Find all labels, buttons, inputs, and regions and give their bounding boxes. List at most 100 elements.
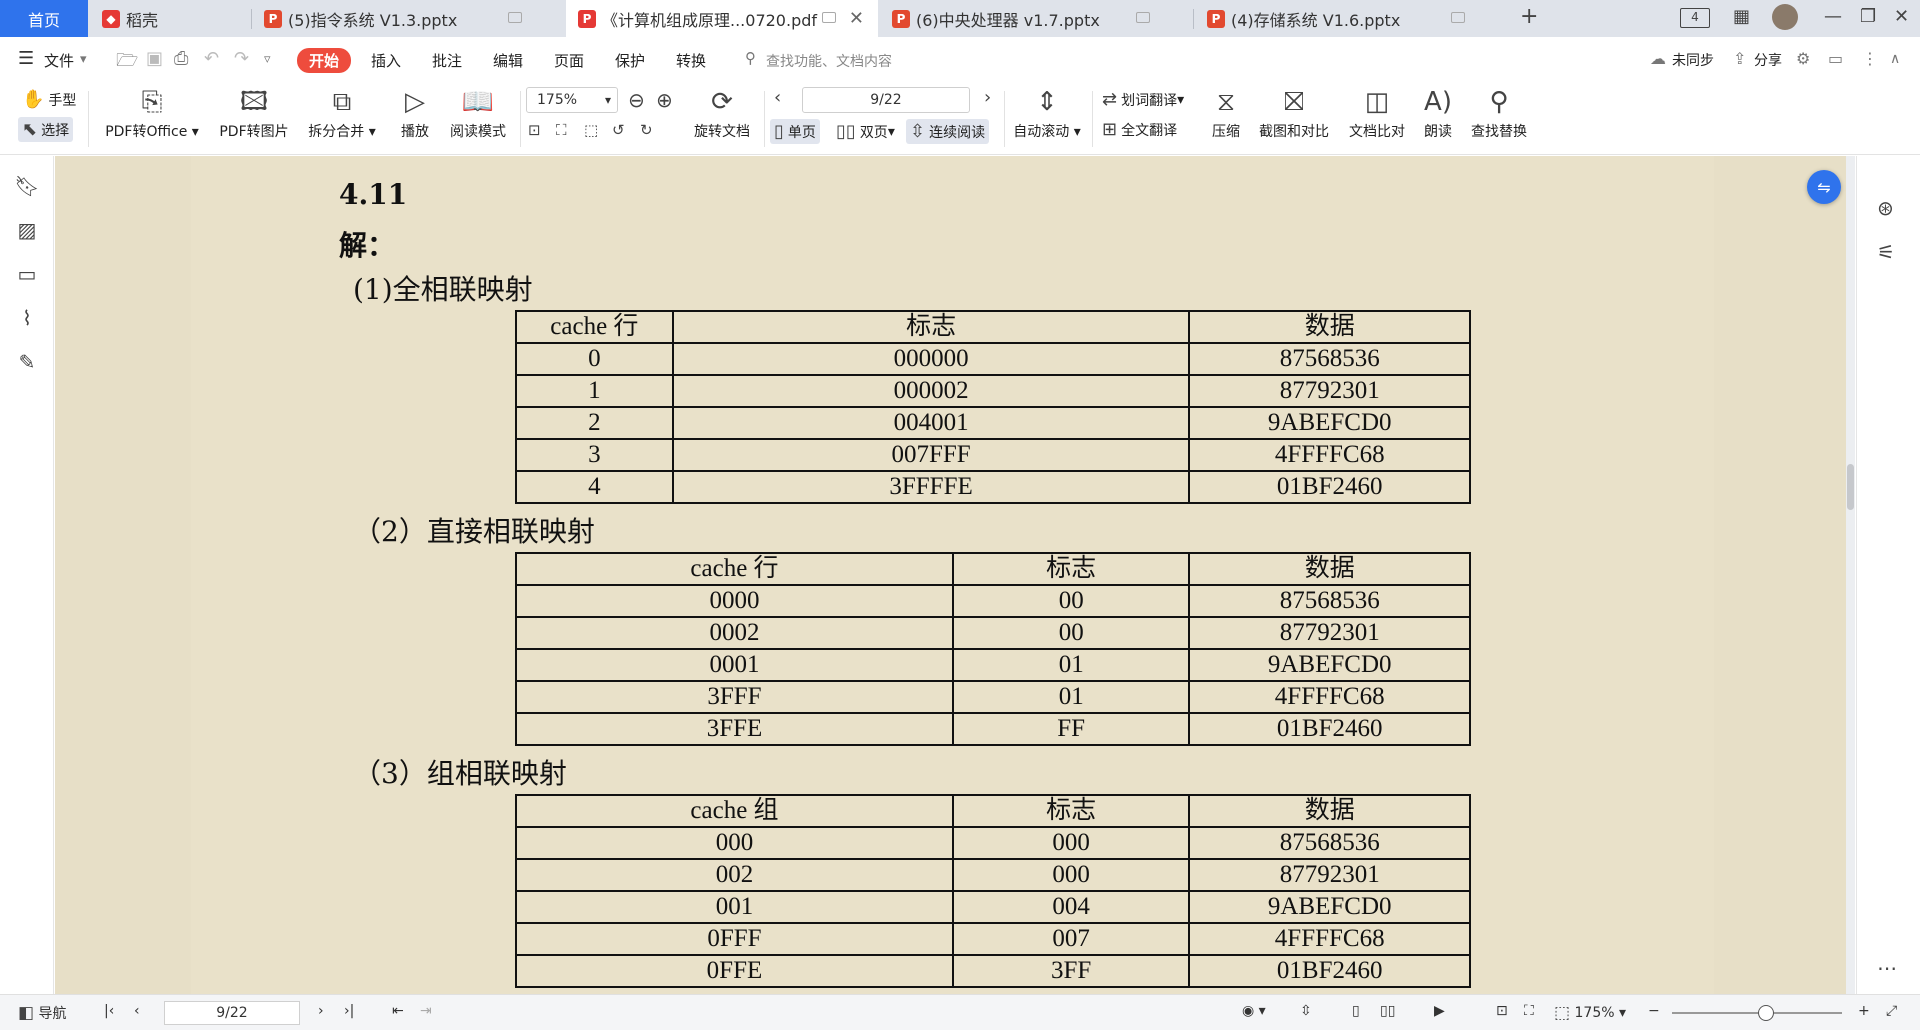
more-chevron-icon[interactable]: ▿ <box>264 52 271 67</box>
double-page-button[interactable]: ▯▯ 双页 ▾ <box>836 121 895 142</box>
avatar[interactable] <box>1772 4 1798 30</box>
menu-protect[interactable]: 保护 <box>615 50 645 71</box>
rotate-left-icon[interactable]: ↺ <box>612 121 625 139</box>
fit-page-icon[interactable]: ⛶ <box>556 121 567 139</box>
window-close-icon[interactable]: ✕ <box>1894 6 1909 27</box>
properties-icon[interactable]: ⚟ <box>1877 240 1895 264</box>
actual-size-icon[interactable]: ⊡ <box>1496 1003 1508 1019</box>
pin-icon[interactable] <box>1451 12 1465 23</box>
continuous-read-button[interactable]: ⇳ 连续阅读 <box>906 119 990 144</box>
menu-insert[interactable]: 插入 <box>371 50 401 71</box>
more-options-icon[interactable]: ⋯ <box>1877 956 1897 980</box>
first-page-icon[interactable]: |‹ <box>104 1003 114 1019</box>
fit-page-icon[interactable]: ⛶ <box>1524 1003 1534 1019</box>
page-number-input[interactable]: 9/22 <box>802 87 970 113</box>
close-icon[interactable]: ✕ <box>849 8 864 29</box>
rotate-document-button[interactable]: ⟳ 旋转文档 <box>688 87 756 141</box>
menu-page[interactable]: 页面 <box>554 50 584 71</box>
new-tab-icon[interactable]: + <box>1520 4 1538 29</box>
zoom-in-icon[interactable]: ⊕ <box>656 88 673 112</box>
menu-edit[interactable]: 编辑 <box>493 50 523 71</box>
comment-icon[interactable]: ▭ <box>1828 49 1843 68</box>
minimize-icon[interactable]: — <box>1824 6 1842 27</box>
play-view-icon[interactable]: ▶ <box>1434 1003 1445 1019</box>
read-mode-button[interactable]: 📖 阅读模式 <box>444 87 512 141</box>
menu-convert[interactable]: 转换 <box>676 50 706 71</box>
open-folder-icon[interactable]: 🗁 <box>116 48 138 78</box>
hamburger-icon[interactable]: ☰ <box>18 48 34 69</box>
double-page-view-icon[interactable]: ▯▯ <box>1380 1003 1395 1019</box>
file-menu[interactable]: 文件 <box>44 50 74 71</box>
menu-annotate[interactable]: 批注 <box>432 50 462 71</box>
vertical-scrollbar[interactable] <box>1846 156 1855 994</box>
document-viewport[interactable]: 4.11 解： (1)全相联映射 cache 行 标志 数据 0 000000 87… <box>55 156 1855 994</box>
tab-docer[interactable]: ◆ 稻壳 <box>90 0 250 37</box>
menu-start[interactable]: 开始 <box>297 48 352 73</box>
grid-icon[interactable]: ▦ <box>1733 6 1750 27</box>
search-input[interactable]: 查找功能、文档内容 <box>766 51 892 71</box>
zoom-slider[interactable] <box>1672 1005 1842 1021</box>
prev-page-icon[interactable]: ‹ <box>774 87 781 108</box>
actual-size-icon[interactable]: ⊡ <box>528 121 541 139</box>
status-page-input[interactable]: 9/22 <box>164 1001 300 1025</box>
chevron-down-icon[interactable]: ▾ <box>80 52 87 67</box>
undo-icon[interactable]: ↶ <box>204 48 219 69</box>
eye-protection-icon[interactable]: ◉ ▾ <box>1242 1003 1266 1019</box>
zoom-select[interactable]: 175% ▾ <box>526 87 618 113</box>
zoom-slider-knob[interactable] <box>1757 1005 1774 1021</box>
back-icon[interactable]: ⇤ <box>392 1003 404 1019</box>
attachment-icon[interactable]: ⌇ <box>14 306 40 330</box>
forward-icon[interactable]: ⇥ <box>420 1003 432 1019</box>
prev-page-icon[interactable]: ‹ <box>134 1003 140 1019</box>
navigation-toggle[interactable]: ◧ 导航 <box>18 1003 67 1023</box>
zoom-in-icon[interactable]: + <box>1858 1003 1870 1019</box>
bookmark-icon[interactable]: 🔖︎ <box>14 174 40 198</box>
hand-tool-button[interactable]: ✋ 手型 <box>22 89 76 110</box>
tab-count-badge[interactable]: 4 <box>1680 8 1710 28</box>
status-zoom-select[interactable]: ⬚ 175% ▾ <box>1554 1003 1626 1023</box>
more-icon[interactable]: ⋮ <box>1862 49 1878 68</box>
tab-pptx-cpu[interactable]: P (6)中央处理器 v1.7.pptx <box>880 0 1192 37</box>
thumbnail-icon[interactable]: ▨ <box>14 218 40 242</box>
auto-scroll-button[interactable]: ⇕ 自动滚动 ▾ <box>1010 87 1084 141</box>
screenshot-compare-button[interactable]: ⛝ 截图和对比 <box>1254 87 1334 141</box>
single-page-view-icon[interactable]: ▯ <box>1352 1003 1360 1019</box>
word-translate-button[interactable]: ⇄ 划词翻译 ▾ <box>1102 89 1184 110</box>
pin-icon[interactable] <box>1136 12 1150 23</box>
select-tool-button[interactable]: ⬉ 选择 <box>18 117 74 142</box>
find-replace-button[interactable]: ⚲ 查找替换 <box>1466 87 1532 141</box>
tab-pptx-instruction[interactable]: P (5)指令系统 V1.3.pptx <box>252 0 564 37</box>
full-translate-button[interactable]: ⊞ 全文翻译 <box>1102 119 1177 140</box>
play-button[interactable]: ▷ 播放 <box>394 87 436 141</box>
next-page-icon[interactable]: › <box>318 1003 324 1019</box>
read-aloud-button[interactable]: A) 朗读 <box>1418 87 1458 141</box>
sync-status[interactable]: 未同步 <box>1672 50 1714 70</box>
floating-convert-button[interactable]: ⇋ <box>1807 170 1841 204</box>
pdf-to-image-button[interactable]: 🖾 PDF转图片 <box>214 87 294 141</box>
print-icon[interactable]: ⎙ <box>174 48 188 69</box>
doc-compare-button[interactable]: ◫ 文档比对 <box>1344 87 1410 141</box>
tab-pdf-active[interactable]: P 《计算机组成原理...0720.pdf ✕ <box>566 0 878 37</box>
collapse-ribbon-icon[interactable]: ∧ <box>1890 51 1900 67</box>
pdf-to-office-button[interactable]: ⎘ PDF转Office ▾ <box>100 87 204 141</box>
share-button[interactable]: 分享 <box>1754 50 1782 70</box>
fit-width-icon[interactable]: ⬚ <box>584 121 598 139</box>
scrollbar-thumb[interactable] <box>1847 464 1854 510</box>
tab-home[interactable]: 首页 <box>0 0 88 37</box>
fullscreen-icon[interactable]: ⤢ <box>1886 1003 1897 1019</box>
settings-icon[interactable]: ⚙ <box>1796 49 1810 68</box>
next-page-icon[interactable]: › <box>984 87 991 108</box>
restore-icon[interactable]: ❐ <box>1860 6 1876 27</box>
single-page-button[interactable]: ▯ 单页 <box>770 119 820 144</box>
zoom-out-icon[interactable]: ⊖ <box>628 88 645 112</box>
save-icon[interactable]: ▣ <box>146 48 163 69</box>
comment-list-icon[interactable]: ▭ <box>14 262 40 286</box>
zoom-out-icon[interactable]: − <box>1648 1003 1660 1019</box>
compress-button[interactable]: ⧖ 压缩 <box>1206 87 1246 141</box>
tab-pptx-storage[interactable]: P (4)存储系统 V1.6.pptx <box>1195 0 1507 37</box>
pin-icon[interactable] <box>822 12 836 23</box>
ai-search-icon[interactable]: ⊛ <box>1877 196 1894 220</box>
signature-icon[interactable]: ✎ <box>14 350 40 374</box>
pin-icon[interactable] <box>508 12 522 23</box>
split-merge-button[interactable]: ⧉ 拆分合并 ▾ <box>304 87 380 141</box>
